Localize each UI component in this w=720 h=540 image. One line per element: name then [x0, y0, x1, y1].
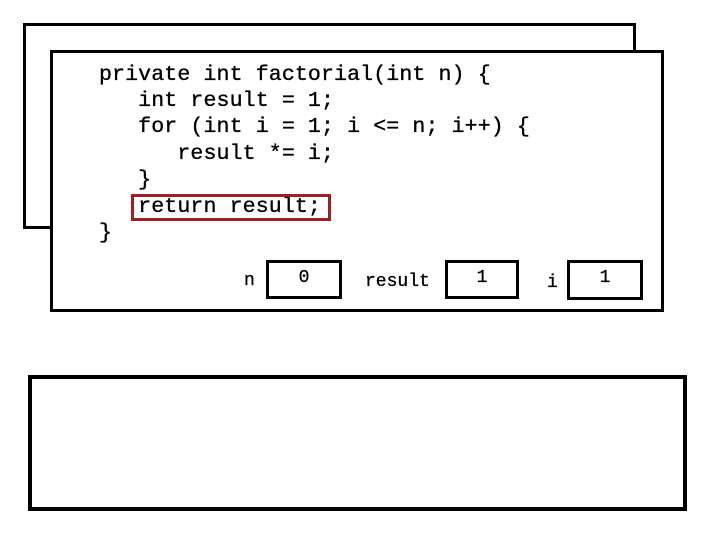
- variable-box-i: 1: [567, 260, 643, 300]
- code-line-result-init: int result = 1;: [99, 89, 335, 113]
- variable-label-i: i: [547, 273, 558, 293]
- variable-box-n: 0: [266, 260, 342, 299]
- code-line-method-close: }: [99, 221, 113, 245]
- variable-label-n: n: [244, 271, 255, 291]
- current-line-highlight: [131, 194, 331, 221]
- code-line-loop-close: }: [99, 168, 152, 192]
- output-box: [28, 375, 687, 511]
- variable-label-result: result: [365, 272, 430, 292]
- code-line-signature: private int factorial(int n) {: [99, 63, 491, 87]
- variable-box-result: 1: [445, 260, 519, 299]
- code-line-multiply: result *= i;: [99, 142, 335, 166]
- code-line-for-loop: for (int i = 1; i <= n; i++) {: [99, 115, 530, 139]
